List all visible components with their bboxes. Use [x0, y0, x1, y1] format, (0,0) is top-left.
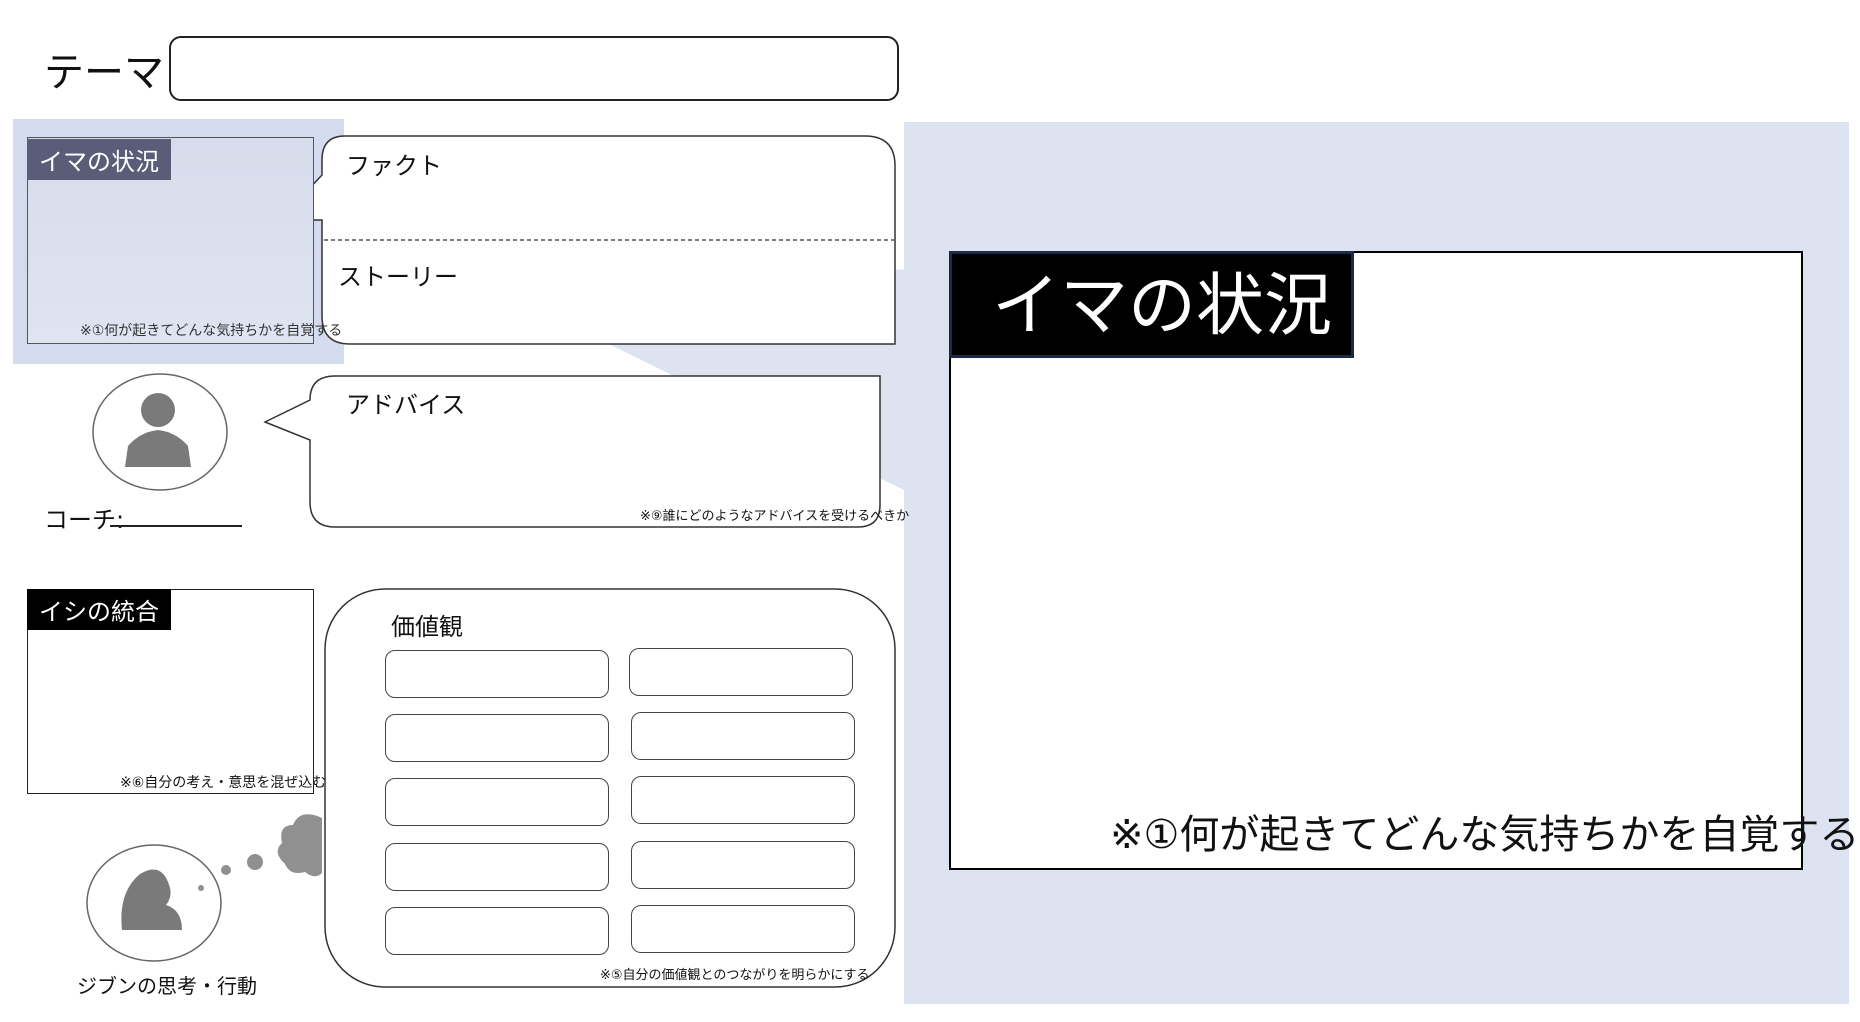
value-field[interactable]: [631, 841, 855, 889]
value-field[interactable]: [629, 648, 853, 696]
zoom-situation-note: ※①何が起きてどんな気持ちかを自覚する: [1110, 812, 1860, 858]
value-field[interactable]: [631, 905, 855, 953]
situation-title: イマの状況: [27, 139, 171, 180]
value-field[interactable]: [385, 778, 609, 826]
value-field[interactable]: [385, 843, 609, 891]
coach-label: コーチ:: [44, 506, 125, 534]
situation-note: ※①何が起きてどんな気持ちかを自覚する: [80, 323, 343, 339]
advice-note: ※⑨誰にどのようなアドバイスを受けるべきか: [640, 509, 910, 524]
story-label: ストーリー: [338, 263, 458, 291]
coach-name-field[interactable]: [110, 525, 242, 527]
value-field[interactable]: [385, 907, 609, 955]
value-field[interactable]: [385, 714, 609, 762]
values-note: ※⑤自分の価値観とのつながりを明らかにする: [600, 968, 870, 983]
value-field[interactable]: [631, 712, 855, 760]
value-field[interactable]: [631, 776, 855, 824]
person-silhouette-icon: [92, 373, 228, 491]
advice-label: アドバイス: [346, 391, 466, 419]
will-title: イシの統合: [27, 589, 171, 630]
thought-cloud-icon: [198, 814, 322, 891]
will-note: ※⑥自分の考え・意思を混ぜ込む: [120, 775, 327, 791]
fact-label: ファクト: [346, 152, 442, 180]
thinking-person-icon: [86, 844, 222, 962]
values-label: 価値観: [391, 613, 463, 641]
value-field[interactable]: [385, 650, 609, 698]
self-label: ジブンの思考・行動: [77, 974, 257, 998]
zoom-situation-title: イマの状況: [949, 251, 1354, 358]
